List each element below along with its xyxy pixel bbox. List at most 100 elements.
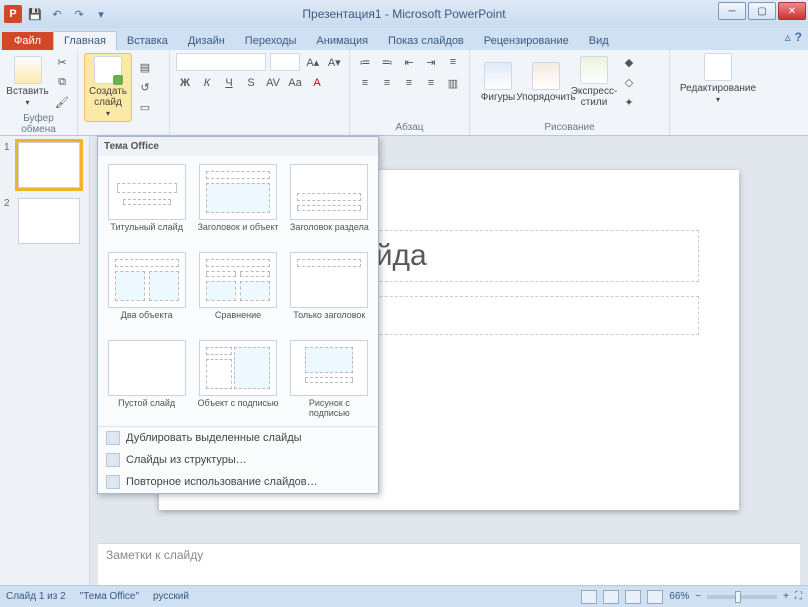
grow-font-icon[interactable]: A▴	[304, 53, 322, 71]
justify-icon[interactable]: ≡	[422, 74, 440, 92]
quick-styles-icon	[580, 56, 608, 84]
shrink-font-icon[interactable]: A▾	[326, 53, 344, 71]
layout-two-content[interactable]: Два объекта	[104, 250, 189, 332]
italic-button[interactable]: К	[198, 74, 216, 92]
bullets-icon[interactable]: ≔	[356, 53, 374, 71]
align-center-icon[interactable]: ≡	[378, 74, 396, 92]
quick-styles-button[interactable]: Экспресс-стили	[572, 56, 616, 108]
tab-view[interactable]: Вид	[579, 32, 619, 50]
arrange-button[interactable]: Упорядочить	[524, 62, 568, 103]
workspace: 1 2 головок слайда дзаголовок слайда Зам…	[0, 136, 808, 585]
slide-number: 2	[4, 198, 14, 244]
ribbon-minimize-icon[interactable]: ▵	[785, 30, 791, 44]
layout-picture-caption[interactable]: Рисунок с подписью	[287, 338, 372, 420]
editing-button[interactable]: Редактирование ▾	[678, 53, 758, 105]
tab-slideshow[interactable]: Показ слайдов	[378, 32, 474, 50]
reading-view-icon[interactable]	[625, 590, 641, 604]
close-button[interactable]: ✕	[778, 2, 806, 20]
slide-thumbnail[interactable]	[18, 198, 80, 244]
status-bar: Слайд 1 из 2 "Тема Office" русский 66% −…	[0, 585, 808, 607]
tab-home[interactable]: Главная	[53, 31, 117, 50]
line-spacing-icon[interactable]: ≡	[444, 53, 462, 71]
paste-icon	[14, 56, 42, 84]
shape-fill-icon[interactable]: ◆	[620, 53, 638, 71]
redo-icon[interactable]: ↷	[70, 5, 88, 23]
zoom-out-icon[interactable]: −	[695, 591, 701, 602]
slide-layout-icon[interactable]: ▤	[136, 59, 154, 77]
layout-title-only[interactable]: Только заголовок	[287, 250, 372, 332]
strike-button[interactable]: S	[242, 74, 260, 92]
indent-inc-icon[interactable]: ⇥	[422, 53, 440, 71]
slideshow-view-icon[interactable]	[647, 590, 663, 604]
shapes-button[interactable]: Фигуры	[476, 62, 520, 103]
new-slide-icon	[94, 56, 122, 84]
shape-outline-icon[interactable]: ◇	[620, 73, 638, 91]
gallery-footer: Дублировать выделенные слайды Слайды из …	[98, 426, 378, 493]
zoom-thumb[interactable]	[735, 591, 741, 603]
file-tab[interactable]: Файл	[2, 32, 53, 50]
chevron-down-icon: ▾	[25, 97, 29, 108]
reuse-slides-item[interactable]: Повторное использование слайдов…	[98, 471, 378, 493]
align-right-icon[interactable]: ≡	[400, 74, 418, 92]
status-language[interactable]: русский	[153, 591, 189, 602]
char-spacing-icon[interactable]: Aa	[286, 74, 304, 92]
tab-review[interactable]: Рецензирование	[474, 32, 579, 50]
font-family-input[interactable]	[176, 53, 266, 71]
duplicate-icon	[106, 431, 120, 445]
sorter-view-icon[interactable]	[603, 590, 619, 604]
align-left-icon[interactable]: ≡	[356, 74, 374, 92]
layout-section-header[interactable]: Заголовок раздела	[287, 162, 372, 244]
help-icon[interactable]: ?	[795, 30, 802, 44]
indent-dec-icon[interactable]: ⇤	[400, 53, 418, 71]
layout-content-caption[interactable]: Объект с подписью	[195, 338, 280, 420]
cut-icon[interactable]: ✂	[53, 53, 71, 71]
normal-view-icon[interactable]	[581, 590, 597, 604]
tab-animation[interactable]: Анимация	[306, 32, 378, 50]
shadow-button[interactable]: AV	[264, 74, 282, 92]
format-painter-icon[interactable]: 🖌	[53, 93, 71, 111]
slide-thumbnail[interactable]	[18, 142, 80, 188]
zoom-slider[interactable]	[707, 595, 777, 599]
slide-section-icon[interactable]: ▭	[136, 99, 154, 117]
slide-reset-icon[interactable]: ↺	[136, 79, 154, 97]
maximize-button[interactable]: ▢	[748, 2, 776, 20]
window-title: Презентация1 - Microsoft PowerPoint	[302, 7, 505, 21]
qat-dropdown-icon[interactable]: ▾	[92, 5, 110, 23]
shape-effects-icon[interactable]: ✦	[620, 93, 638, 111]
layout-title-slide[interactable]: Титульный слайд	[104, 162, 189, 244]
layout-grid: Титульный слайд Заголовок и объект Загол…	[98, 156, 378, 426]
minimize-button[interactable]: ─	[718, 2, 746, 20]
group-drawing: Фигуры Упорядочить Экспресс-стили ◆ ◇ ✦ …	[470, 50, 670, 135]
notes-pane[interactable]: Заметки к слайду	[98, 543, 800, 585]
paste-button[interactable]: Вставить ▾	[6, 56, 49, 108]
chevron-down-icon: ▾	[106, 108, 110, 119]
columns-icon[interactable]: ▥	[444, 74, 462, 92]
tab-insert[interactable]: Вставка	[117, 32, 178, 50]
save-icon[interactable]: 💾	[26, 5, 44, 23]
group-slides: Создать слайд ▾ ▤ ↺ ▭	[78, 50, 170, 135]
duplicate-slides-item[interactable]: Дублировать выделенные слайды	[98, 427, 378, 449]
tab-design[interactable]: Дизайн	[178, 32, 235, 50]
group-clipboard-label: Буфер обмена	[6, 113, 71, 135]
group-paragraph-label: Абзац	[356, 122, 463, 133]
zoom-in-icon[interactable]: +	[783, 591, 789, 602]
numbering-icon[interactable]: ≕	[378, 53, 396, 71]
layout-comparison[interactable]: Сравнение	[195, 250, 280, 332]
slide-thumb-2[interactable]: 2	[4, 198, 85, 244]
layout-blank[interactable]: Пустой слайд	[104, 338, 189, 420]
fit-window-icon[interactable]: ⛶	[795, 591, 802, 602]
new-slide-button[interactable]: Создать слайд ▾	[84, 53, 132, 122]
font-size-input[interactable]	[270, 53, 300, 71]
tab-transitions[interactable]: Переходы	[235, 32, 307, 50]
bold-button[interactable]: Ж	[176, 74, 194, 92]
layout-title-content[interactable]: Заголовок и объект	[195, 162, 280, 244]
font-color-icon[interactable]: A	[308, 74, 326, 92]
title-bar: P 💾 ↶ ↷ ▾ Презентация1 - Microsoft Power…	[0, 0, 808, 28]
group-clipboard: Вставить ▾ ✂ ⧉ 🖌 Буфер обмена	[0, 50, 78, 135]
copy-icon[interactable]: ⧉	[53, 73, 71, 91]
slides-from-outline-item[interactable]: Слайды из структуры…	[98, 449, 378, 471]
slide-thumb-1[interactable]: 1	[4, 142, 85, 188]
underline-button[interactable]: Ч	[220, 74, 238, 92]
ribbon-tabs: Файл Главная Вставка Дизайн Переходы Ани…	[0, 28, 808, 50]
undo-icon[interactable]: ↶	[48, 5, 66, 23]
